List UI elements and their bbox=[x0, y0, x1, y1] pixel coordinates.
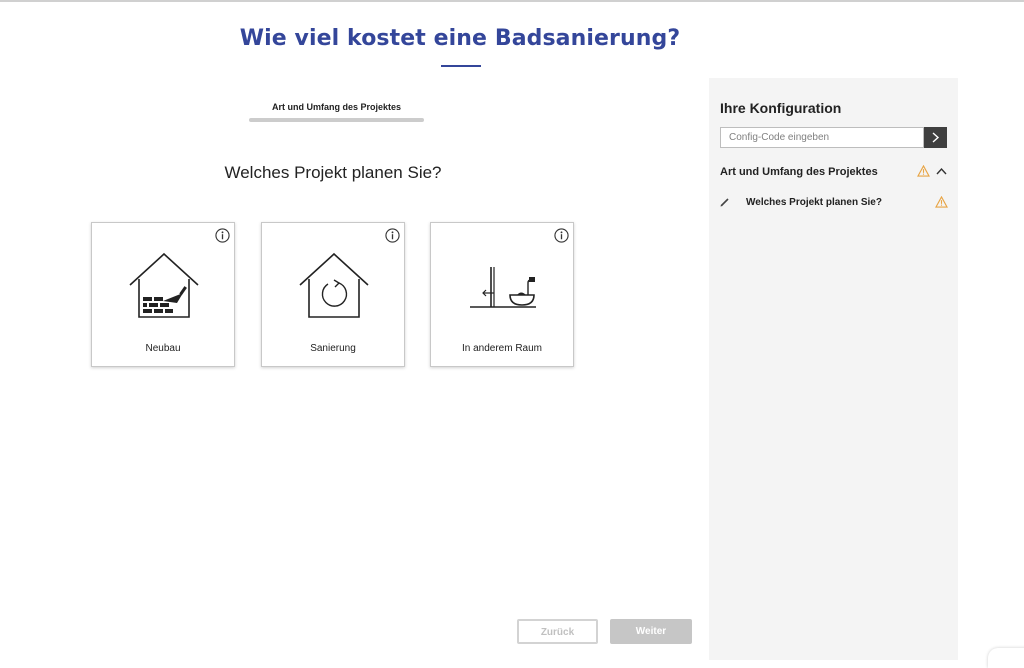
pencil-icon bbox=[720, 198, 729, 207]
option-label: Sanierung bbox=[310, 343, 356, 354]
config-submit-button[interactable] bbox=[924, 127, 947, 148]
next-button[interactable]: Weiter bbox=[610, 619, 692, 644]
progress-bar bbox=[249, 118, 424, 122]
progress-step-label: Art und Umfang des Projektes bbox=[271, 102, 402, 112]
sidebar-section-title[interactable]: Art und Umfang des Projektes bbox=[720, 166, 878, 178]
house-refresh-icon bbox=[299, 252, 369, 318]
bath-relocate-icon bbox=[470, 267, 536, 308]
title-underline bbox=[441, 65, 481, 67]
chevron-right-icon bbox=[932, 132, 940, 143]
back-button[interactable]: Zurück bbox=[517, 619, 598, 644]
configuration-sidebar: Ihre Konfiguration Art und Umfang des Pr… bbox=[709, 78, 958, 660]
option-label: Neubau bbox=[145, 343, 181, 354]
info-icon[interactable] bbox=[554, 228, 569, 243]
warning-icon bbox=[917, 165, 930, 177]
warning-icon bbox=[935, 196, 948, 208]
info-icon[interactable] bbox=[215, 228, 230, 243]
sidebar-item-project[interactable]: Welches Projekt planen Sie? bbox=[746, 197, 882, 208]
page-title: Wie viel kostet eine Badsanierung? bbox=[239, 26, 681, 51]
chevron-up-icon[interactable] bbox=[936, 167, 947, 175]
question-heading: Welches Projekt planen Sie? bbox=[224, 163, 442, 182]
option-card-sanierung[interactable]: Sanierung bbox=[261, 222, 405, 367]
config-code-input[interactable] bbox=[720, 127, 924, 148]
option-card-in-anderem-raum[interactable]: In anderem Raum bbox=[430, 222, 574, 367]
option-label: In anderem Raum bbox=[461, 343, 543, 354]
option-card-neubau[interactable]: Neubau bbox=[91, 222, 235, 367]
floating-widget-button[interactable] bbox=[988, 648, 1024, 668]
sidebar-title: Ihre Konfiguration bbox=[720, 100, 842, 116]
house-bricks-trowel-icon bbox=[129, 252, 199, 318]
info-icon[interactable] bbox=[385, 228, 400, 243]
top-border bbox=[0, 0, 1024, 2]
